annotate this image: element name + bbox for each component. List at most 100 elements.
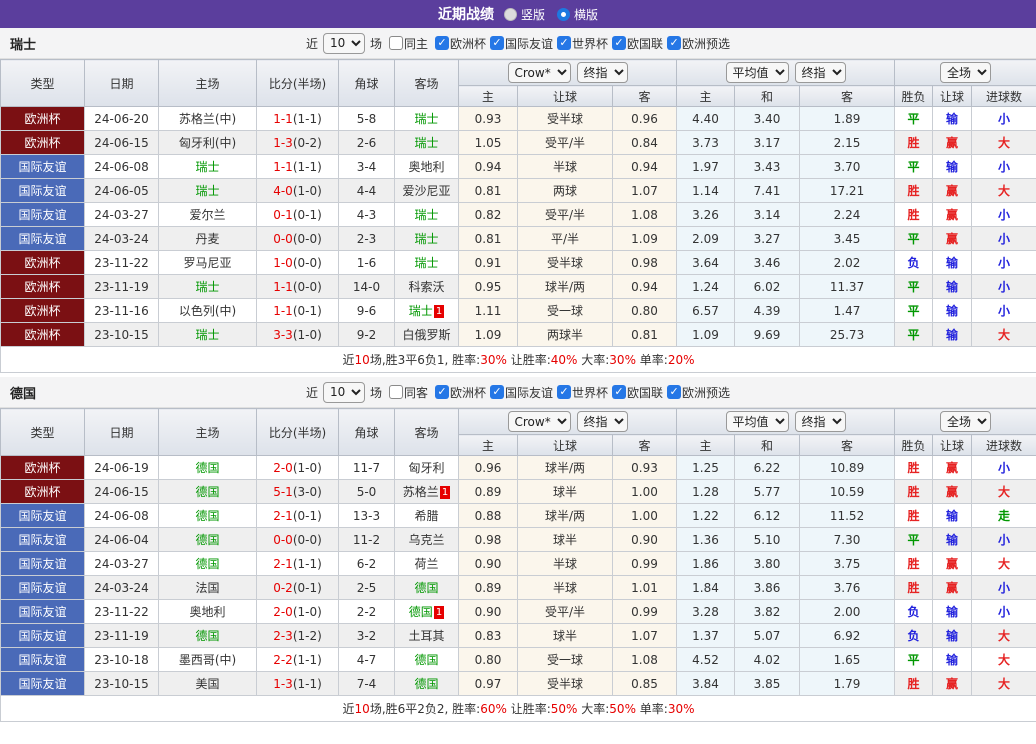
- handicap-odds-away: 1.01: [611, 575, 678, 600]
- checkbox-unchecked-icon[interactable]: [388, 36, 403, 50]
- match-row: 欧洲杯 24-06-20 苏格兰(中) 1-1(1-1) 5-8 瑞士 0.93 受半球 0.9…: [0, 106, 1036, 131]
- type-badge: 国际友谊: [0, 178, 85, 203]
- corner-score: 2-6: [338, 130, 395, 155]
- avg-odds-home: 1.09: [676, 322, 736, 347]
- handicap-line: 球半: [517, 527, 613, 552]
- home-team-cell: 瑞士: [158, 322, 257, 347]
- away-team-cell: 瑞士: [394, 226, 459, 251]
- checkbox-checked-icon[interactable]: ✓: [667, 36, 682, 50]
- full-time-score: 2-1: [273, 556, 293, 571]
- opponent-name: 爱沙尼亚: [402, 184, 451, 198]
- league-filter-checkbox[interactable]: ✓ 世界杯: [557, 384, 608, 401]
- recent-count-select[interactable]: 10: [322, 32, 365, 54]
- match-score-cell: 0-2(0-1): [256, 575, 339, 600]
- checkbox-checked-icon[interactable]: ✓: [557, 36, 572, 50]
- same-venue-checkbox[interactable]: 同客: [388, 384, 428, 401]
- full-time-score: 5-1: [273, 484, 293, 499]
- checkbox-checked-icon[interactable]: ✓: [612, 385, 627, 399]
- checkbox-unchecked-icon[interactable]: [388, 385, 403, 399]
- result-handicap: 输: [932, 106, 973, 131]
- league-filter-checkbox[interactable]: ✓ 世界杯: [557, 35, 608, 52]
- league-filter-checkbox[interactable]: ✓ 欧洲杯: [434, 384, 486, 401]
- handicap-line: 受半球: [517, 106, 613, 131]
- radio-horizontal-icon[interactable]: [557, 7, 570, 21]
- scope-select[interactable]: 全场: [940, 62, 992, 83]
- odds-source-select[interactable]: Crow*: [507, 411, 571, 432]
- away-team-cell: 乌克兰: [394, 527, 459, 552]
- col-avg-draw: 和: [734, 85, 801, 107]
- handicap-odds-away: 0.93: [611, 455, 678, 480]
- match-row: 欧洲杯 24-06-15 德国 5-1(3-0) 5-0 苏格兰 1 0.89 球半 1.00 1.…: [0, 479, 1036, 504]
- league-filter-checkbox[interactable]: ✓ 国际友谊: [490, 384, 553, 401]
- average-select[interactable]: 平均值: [725, 62, 789, 83]
- away-team-cell: 瑞士: [394, 250, 459, 275]
- match-row: 国际友谊 24-03-24 丹麦 0-0(0-0) 2-3 瑞士 0.81 平/半 1.09 2.…: [0, 226, 1036, 251]
- result-wdl: 负: [894, 599, 934, 624]
- final-index-select-a[interactable]: 终指: [576, 411, 628, 432]
- radio-vertical-layout[interactable]: 竖版: [503, 6, 545, 23]
- result-goals: 小: [971, 154, 1036, 179]
- league-filter-label: 国际友谊: [505, 385, 554, 400]
- team-name-self: 德国: [195, 557, 220, 571]
- final-index-select-b[interactable]: 终指: [794, 411, 846, 432]
- summary-rate-value: 50%: [609, 702, 636, 716]
- near-label: 近: [305, 36, 318, 51]
- scope-select[interactable]: 全场: [940, 411, 992, 432]
- average-select[interactable]: 平均值: [725, 411, 789, 432]
- avg-odds-away: 10.89: [799, 455, 896, 480]
- league-filter-checkbox[interactable]: ✓ 国际友谊: [490, 35, 553, 52]
- match-score-cell: 4-0(1-0): [256, 178, 339, 203]
- summary-text: 单率:: [635, 353, 668, 367]
- checkbox-checked-icon[interactable]: ✓: [667, 385, 682, 399]
- match-score-cell: 1-1(0-0): [256, 274, 339, 299]
- full-time-score: 1-1: [273, 111, 293, 126]
- league-filter-checkbox[interactable]: ✓ 欧洲预选: [667, 35, 730, 52]
- away-team-cell: 匈牙利: [394, 455, 459, 480]
- summary-text: 大率:: [577, 702, 610, 716]
- league-filter-label: 国际友谊: [505, 36, 554, 51]
- checkbox-checked-icon[interactable]: ✓: [434, 36, 449, 50]
- match-score-cell: 2-0(1-0): [256, 455, 339, 480]
- league-filter-checkbox[interactable]: ✓ 欧洲预选: [667, 384, 730, 401]
- checkbox-checked-icon[interactable]: ✓: [490, 385, 504, 399]
- league-filter-checkbox[interactable]: ✓ 欧国联: [612, 384, 663, 401]
- result-wdl: 胜: [894, 130, 934, 155]
- team-name-self: 瑞士: [414, 112, 439, 126]
- same-venue-checkbox[interactable]: 同主: [388, 35, 428, 52]
- match-date: 24-06-08: [84, 154, 159, 179]
- checkbox-checked-icon[interactable]: ✓: [557, 385, 572, 399]
- radio-vertical-icon[interactable]: [503, 7, 517, 21]
- avg-odds-home: 4.40: [676, 106, 736, 131]
- match-date: 24-06-05: [84, 178, 159, 203]
- league-filter-checkbox[interactable]: ✓ 欧洲杯: [434, 35, 486, 52]
- half-time-score: (1-0): [292, 327, 322, 342]
- title-bar: 近期战绩 竖版 横版: [0, 0, 1036, 28]
- final-index-select-a[interactable]: 终指: [576, 62, 628, 83]
- odds-source-select[interactable]: Crow*: [507, 62, 571, 83]
- avg-odds-away: 1.89: [799, 106, 896, 131]
- handicap-odds-home: 1.05: [458, 130, 518, 155]
- opponent-name: 奥地利: [189, 605, 226, 619]
- avg-odds-home: 1.36: [676, 527, 736, 552]
- checkbox-checked-icon[interactable]: ✓: [490, 36, 504, 50]
- handicap-odds-home: 0.80: [458, 647, 518, 672]
- avg-odds-away: 2.15: [799, 130, 896, 155]
- result-handicap: 赢: [932, 575, 973, 600]
- result-wdl: 平: [894, 154, 934, 179]
- recent-count-select[interactable]: 10: [322, 381, 365, 403]
- half-time-score: (1-1): [292, 676, 322, 691]
- radio-horizontal-layout[interactable]: 横版: [557, 6, 598, 23]
- final-index-select-b[interactable]: 终指: [794, 62, 846, 83]
- avg-odds-away: 7.30: [799, 527, 896, 552]
- opponent-name: 乌克兰: [408, 533, 445, 547]
- result-wdl: 平: [894, 298, 934, 323]
- league-filter-checkbox[interactable]: ✓ 欧国联: [612, 35, 663, 52]
- page-title: 近期战绩: [437, 7, 494, 23]
- checkbox-checked-icon[interactable]: ✓: [434, 385, 449, 399]
- results-table: 类型 日期 主场 比分(半场) 角球 客场 Crow* 终指 平均值 终指 全场 主…: [0, 59, 1036, 373]
- checkbox-checked-icon[interactable]: ✓: [612, 36, 627, 50]
- result-handicap: 输: [932, 154, 973, 179]
- full-time-score: 2-2: [273, 652, 293, 667]
- away-team-cell: 白俄罗斯: [394, 322, 459, 347]
- result-wdl: 胜: [894, 551, 934, 576]
